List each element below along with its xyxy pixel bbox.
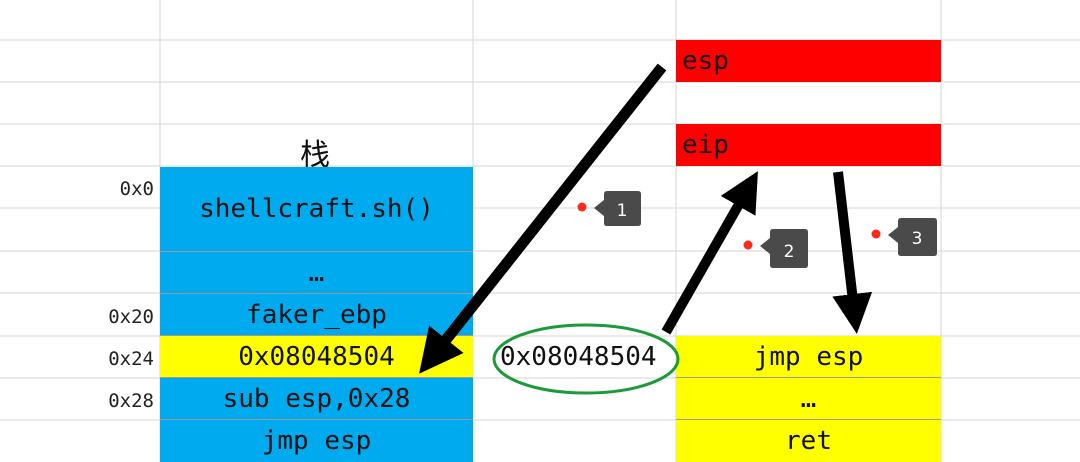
marker-2-label: 2: [784, 242, 795, 262]
marker-2: 2: [743, 229, 808, 268]
arrow-2: [661, 171, 758, 335]
highlight-ellipse: [492, 323, 680, 395]
marker-3-label: 3: [912, 229, 923, 249]
marker-1-label: 1: [617, 201, 628, 221]
annotation-overlay: 1 2 3: [419, 63, 937, 395]
marker-1: 1: [577, 191, 641, 226]
arrow-3: [832, 171, 873, 334]
marker-3: 3: [871, 218, 937, 256]
